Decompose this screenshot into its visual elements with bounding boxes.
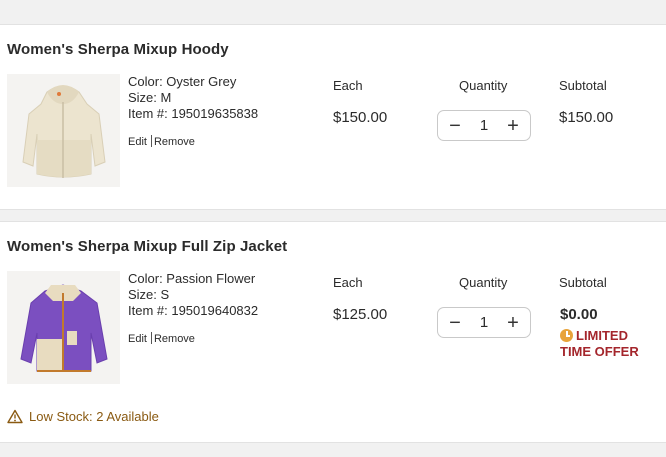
warning-triangle-icon xyxy=(7,409,23,424)
edit-link[interactable]: Edit xyxy=(128,333,147,345)
subtotal-header: Subtotal xyxy=(559,78,607,93)
low-stock-warning: Low Stock: 2 Available xyxy=(7,409,159,424)
limited-time-offer-badge: LIMITED TIME OFFER xyxy=(560,328,639,360)
quantity-stepper: − 1 + xyxy=(437,307,531,338)
item-actions: Edit Remove xyxy=(128,332,195,345)
item-actions: Edit Remove xyxy=(128,135,195,148)
product-meta: Color: Passion Flower Size: S Item #: 19… xyxy=(128,271,258,319)
each-header: Each xyxy=(333,275,363,290)
jacket-illustration xyxy=(7,271,120,384)
offer-line-2: TIME OFFER xyxy=(560,344,639,359)
product-name[interactable]: Women's Sherpa Mixup Hoody xyxy=(7,41,229,58)
top-strip xyxy=(0,0,666,11)
product-size: Size: M xyxy=(128,90,172,105)
plus-icon[interactable]: + xyxy=(506,116,520,136)
minus-icon[interactable]: − xyxy=(448,313,462,333)
clock-icon xyxy=(560,329,573,342)
quantity-value[interactable]: 1 xyxy=(480,117,488,134)
edit-link[interactable]: Edit xyxy=(128,136,147,148)
minus-icon[interactable]: − xyxy=(448,116,462,136)
quantity-header: Quantity xyxy=(459,78,508,93)
plus-icon[interactable]: + xyxy=(506,313,520,333)
subtotal-header: Subtotal xyxy=(559,275,607,290)
product-color: Color: Oyster Grey xyxy=(128,74,237,89)
subtotal-price: $0.00 xyxy=(560,306,598,323)
hoody-illustration xyxy=(7,74,120,187)
offer-line-1: LIMITED xyxy=(576,328,628,343)
subtotal-price: $150.00 xyxy=(559,109,614,126)
product-size: Size: S xyxy=(128,287,170,302)
remove-link[interactable]: Remove xyxy=(154,136,195,148)
product-item-number: Item #: 195019635838 xyxy=(128,106,259,121)
product-color: Color: Passion Flower xyxy=(128,271,256,286)
product-item-number: Item #: 195019640832 xyxy=(128,303,259,318)
low-stock-text: Low Stock: 2 Available xyxy=(29,409,159,424)
divider xyxy=(150,135,152,147)
each-price: $125.00 xyxy=(333,306,388,323)
quantity-stepper: − 1 + xyxy=(437,110,531,141)
product-meta: Color: Oyster Grey Size: M Item #: 19501… xyxy=(128,74,258,122)
quantity-value[interactable]: 1 xyxy=(480,314,488,331)
cart-item-hoody: Women's Sherpa Mixup Hoody Color: Oyster… xyxy=(0,24,666,210)
divider xyxy=(150,332,152,344)
product-name[interactable]: Women's Sherpa Mixup Full Zip Jacket xyxy=(7,238,287,255)
remove-link[interactable]: Remove xyxy=(154,333,195,345)
product-image-hoody[interactable] xyxy=(7,74,120,187)
quantity-header: Quantity xyxy=(459,275,508,290)
each-header: Each xyxy=(333,78,363,93)
cart-item-jacket: Women's Sherpa Mixup Full Zip Jacket Col… xyxy=(0,221,666,443)
product-image-jacket[interactable] xyxy=(7,271,120,384)
each-price: $150.00 xyxy=(333,109,388,126)
